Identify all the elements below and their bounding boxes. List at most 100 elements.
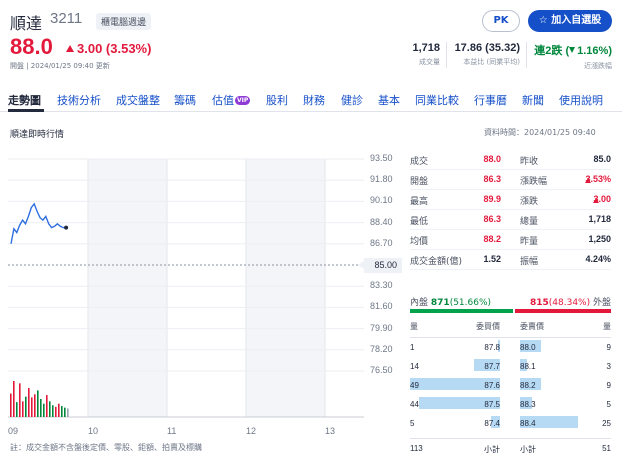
quote-value-text: 1,718: [588, 214, 611, 224]
tab-trades[interactable]: 成交盤整: [116, 92, 160, 108]
volume-bar: [25, 396, 27, 417]
last-price-dot: [64, 225, 69, 230]
quote-value: 3.00: [593, 194, 611, 204]
quote-label: 開盤: [410, 174, 428, 187]
tab-technical[interactable]: 技術分析: [57, 92, 101, 108]
add-watchlist-button[interactable]: ☆ 加入自選股: [528, 10, 612, 32]
quote-label: 昨量: [520, 234, 538, 247]
quote-label-text: 最低: [410, 217, 429, 227]
quote-label-text: 昨收: [520, 157, 539, 167]
up-arrow-icon: [66, 45, 74, 52]
tab-peer-compare[interactable]: 同業比較: [415, 92, 459, 108]
y-tick-label: 88.40: [370, 216, 393, 227]
y-tick-label: 79.90: [370, 322, 393, 333]
bid-price-header: 委買價: [476, 322, 500, 331]
bid-volume: 44: [410, 400, 419, 409]
outside-volume: 815(48.34%) 外盤: [530, 295, 611, 308]
quote-row: 最高 89.9 漲跌 3.00: [410, 190, 611, 210]
tab-calendar[interactable]: 行事曆: [474, 92, 507, 108]
volume-bar: [49, 401, 51, 417]
tab-diagnosis[interactable]: 健診: [341, 92, 363, 108]
quote-value-text: 1.52: [483, 254, 501, 264]
quote-value-text: 1,250: [588, 234, 611, 244]
quote-label: 成交金額(億): [410, 254, 462, 267]
volume-bar: [22, 401, 24, 417]
trend-label: 近漲跌幅: [584, 62, 612, 70]
volume-bar: [61, 406, 63, 417]
tab-financial[interactable]: 財務: [303, 92, 325, 108]
ask-volume-header: 量: [603, 322, 611, 331]
quote-label-text: 總量: [520, 217, 539, 227]
bid-subtotal-label: 小計: [484, 445, 500, 454]
quote-value: 89.9: [483, 194, 501, 204]
price-change-value: 3.00 (3.53%): [77, 41, 152, 56]
quote-label-text: 最高: [410, 197, 429, 207]
y-tick-label: 90.10: [370, 195, 393, 206]
tab-chips[interactable]: 籌碼: [174, 92, 196, 108]
quote-value-text: 88.2: [483, 234, 501, 244]
volume-bar: [64, 407, 66, 417]
quote-label-text: 成交: [410, 157, 429, 167]
tab-basic[interactable]: 基本: [378, 92, 400, 108]
ask-volume: 25: [602, 419, 611, 428]
volume-label: 成交量: [419, 58, 440, 66]
quote-value: 88.2: [483, 234, 501, 244]
ask-price-header: 委賣價: [520, 322, 544, 331]
pe-label: 本益比 (同業平均): [463, 58, 520, 66]
trend-sub: (1.16%): [565, 45, 612, 57]
current-price: 88.0: [10, 34, 53, 59]
intraday-chart[interactable]: [8, 153, 364, 425]
quote-value: 3.53%: [585, 174, 611, 184]
ask-volume: 9: [606, 343, 611, 352]
y-tick-label: 91.80: [370, 174, 393, 185]
pk-button[interactable]: PK: [482, 10, 520, 32]
bid-volume-header: 量: [410, 322, 418, 331]
stock-code: 3211: [50, 10, 83, 27]
volume-bar: [16, 402, 18, 417]
quote-value-text: 86.3: [483, 174, 501, 184]
industry-tag[interactable]: 櫃電腦週邊: [96, 13, 152, 30]
volume-bar: [55, 406, 57, 417]
quote-row: 最低 86.3 總量 1,718: [410, 210, 611, 230]
bid-price: 87.4: [484, 419, 500, 428]
tab-dividend[interactable]: 股利: [266, 92, 288, 108]
data-timestamp: 資料時間：2024/01/25 09:40: [484, 128, 596, 137]
tab-bar: 走勢圖 技術分析 成交盤整 籌碼 估值 VIP 股利 財務 健診 基本 同業比較 …: [0, 88, 622, 112]
tab-valuation[interactable]: 估值 VIP: [212, 92, 251, 108]
inside-label: 內盤: [410, 298, 429, 308]
divider: [446, 42, 447, 68]
x-tick-label: 10: [88, 426, 99, 436]
quote-value: 88.0: [483, 154, 501, 164]
tab-chart[interactable]: 走勢圖: [8, 92, 41, 108]
y-tick-label: 76.50: [370, 365, 393, 375]
y-tick-label: 93.50: [370, 153, 393, 163]
tab-news[interactable]: 新聞: [522, 92, 544, 108]
section-title: 順達即時行情: [10, 130, 65, 140]
reference-price-label: 85.00: [358, 258, 402, 273]
quote-label-text: 振幅: [520, 257, 539, 267]
ask-total: 51: [602, 444, 611, 453]
quote-row: 均價 88.2 昨量 1,250: [410, 230, 611, 250]
inside-value: 871: [430, 298, 450, 308]
trend-main: 連2跌: [534, 45, 563, 57]
stock-name: 順達: [10, 14, 43, 33]
volume-bar: [13, 381, 15, 417]
quote-label-text: 開盤: [410, 177, 429, 187]
trend-value: 連2跌 (1.16%): [530, 42, 612, 58]
inside-bar: [410, 309, 513, 313]
quote-label: 成交: [410, 154, 428, 167]
price-change: 3.00 (3.53%): [66, 41, 151, 56]
quote-label: 最高: [410, 194, 428, 207]
volume-bar: [43, 403, 45, 417]
quote-label: 振幅: [520, 254, 538, 267]
pe-value: 17.86 (35.32): [454, 42, 520, 54]
up-arrow-icon: [585, 178, 592, 183]
tab-help[interactable]: 使用說明: [559, 92, 603, 108]
volume-bar: [58, 403, 60, 417]
hour-band: [246, 159, 325, 417]
quote-value: 1.52: [483, 254, 501, 264]
hour-band: [88, 159, 167, 417]
ask-volume: 9: [606, 381, 611, 390]
quote-value-text: 4.24%: [585, 254, 611, 264]
y-tick-label: 81.60: [370, 301, 393, 312]
